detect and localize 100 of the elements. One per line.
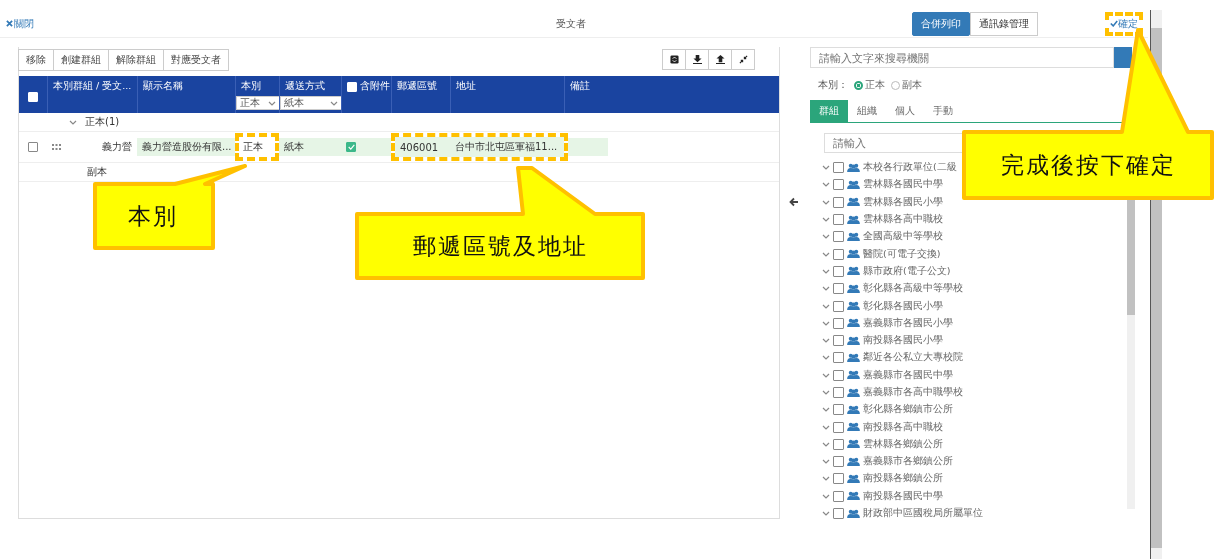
column-header[interactable]: 遞送方式 [285, 80, 325, 93]
chevron-icon[interactable] [822, 390, 830, 395]
tree-item[interactable]: 彰化縣各鄉鎮市公所 [863, 403, 953, 417]
drag-handle-icon[interactable] [52, 144, 61, 150]
tree-item[interactable]: 本校各行政單位(二級 [863, 161, 957, 175]
tree-checkbox[interactable] [833, 317, 844, 329]
search-field[interactable]: 請輸入文字來搜尋機關 [810, 47, 1114, 68]
tree-checkbox[interactable] [833, 473, 844, 485]
toolbar-button[interactable]: 對應受文者 [163, 48, 229, 71]
refresh-button[interactable] [662, 49, 686, 70]
chevron-icon[interactable] [822, 355, 830, 361]
tree-checkbox[interactable] [833, 196, 844, 208]
import-button[interactable] [685, 49, 709, 70]
tree-checkbox[interactable] [833, 300, 844, 312]
chevron-icon[interactable] [822, 217, 830, 223]
copy-type-select[interactable]: 正本 [236, 96, 280, 110]
toolbar-button[interactable]: 解除群組 [108, 48, 164, 71]
chevron-icon[interactable] [822, 459, 830, 465]
chevron-icon[interactable] [822, 165, 830, 171]
check-icon[interactable] [1110, 20, 1118, 27]
chevron-icon[interactable] [822, 338, 830, 344]
tab[interactable]: 手動 [924, 100, 962, 122]
chevron-icon[interactable] [69, 119, 77, 125]
tree-checkbox[interactable] [833, 265, 844, 277]
header-button[interactable]: 通訊錄管理 [970, 11, 1038, 36]
radio-icon[interactable] [854, 80, 863, 90]
chevron-icon[interactable] [822, 182, 830, 188]
tree-item[interactable]: 雲林縣各高中職校 [863, 213, 943, 227]
chevron-icon[interactable] [822, 407, 830, 413]
download-icon[interactable] [692, 55, 702, 64]
confirm-link[interactable]: 確定 [1110, 16, 1138, 31]
chevron-icon[interactable] [822, 199, 830, 205]
chevron-icon[interactable] [822, 372, 830, 378]
chevron-icon[interactable] [330, 100, 338, 106]
tree-checkbox[interactable] [833, 335, 844, 347]
chevron-icon[interactable] [822, 424, 830, 430]
chevron-icon[interactable] [822, 268, 830, 274]
chevron-icon[interactable] [822, 511, 830, 517]
chevron-icon[interactable] [822, 441, 830, 447]
tree-checkbox[interactable] [833, 508, 844, 520]
tree-checkbox[interactable] [833, 421, 844, 433]
tree-item[interactable]: 醫院(可電子交換) [863, 247, 941, 261]
close-label[interactable]: 關閉 [14, 16, 34, 31]
tree-checkbox[interactable] [833, 179, 844, 191]
table-row[interactable]: 義力營 義力營造股份有限... 正本 紙本 406001 台中市北屯區軍福11... [19, 132, 779, 163]
tree-item[interactable]: 全國高級中等學校 [863, 230, 943, 244]
confirm-label[interactable]: 確定 [1118, 16, 1138, 31]
tree-item[interactable]: 嘉義縣市各鄉鎮公所 [863, 455, 953, 469]
attachment-checkbox[interactable] [346, 142, 356, 152]
tree-checkbox[interactable] [833, 438, 844, 450]
tree-checkbox[interactable] [833, 231, 844, 243]
tree-checkbox[interactable] [833, 162, 844, 174]
chevron-icon[interactable] [822, 234, 830, 240]
column-header[interactable]: 郵遞區號 [397, 80, 437, 93]
toolbar-button[interactable]: 移除 [18, 48, 54, 71]
column-header[interactable]: 含附件 [360, 80, 390, 93]
column-header[interactable]: 本別群組 / 受文... [53, 80, 132, 93]
header-button[interactable]: 合併列印 [912, 11, 970, 36]
tree-checkbox[interactable] [833, 456, 844, 468]
radio-option[interactable]: 副本 [891, 78, 922, 92]
tree-checkbox[interactable] [833, 490, 844, 502]
column-header[interactable]: 備註 [570, 80, 590, 93]
select-all-checkbox[interactable] [28, 91, 38, 102]
tree-checkbox[interactable] [833, 214, 844, 226]
tree-item[interactable]: 南投縣各國民小學 [863, 334, 943, 348]
tree-item[interactable]: 嘉義縣市各國民中學 [863, 368, 953, 382]
tree-item[interactable]: 雲林縣各國民中學 [863, 178, 943, 192]
group-label[interactable]: 副本 [87, 165, 107, 179]
tree-item[interactable]: 雲林縣各鄉鎮公所 [863, 437, 943, 451]
tree-item[interactable]: 鄰近各公私立大專校院 [863, 351, 963, 365]
close-icon[interactable] [6, 20, 13, 27]
export-button[interactable] [708, 49, 732, 70]
chevron-icon[interactable] [822, 320, 830, 326]
column-header[interactable]: 本別 [241, 80, 261, 93]
toolbar-button[interactable]: 創建群組 [53, 48, 109, 71]
tab[interactable]: 個人 [886, 100, 924, 122]
tree-item[interactable]: 彰化縣各高級中等學校 [863, 282, 963, 296]
delivery-select[interactable]: 紙本 [280, 96, 342, 110]
tree-checkbox[interactable] [833, 283, 844, 295]
column-header[interactable]: 地址 [456, 80, 476, 93]
chevron-icon[interactable] [822, 286, 830, 292]
chevron-icon[interactable] [268, 100, 276, 106]
tree-checkbox[interactable] [833, 369, 844, 381]
chevron-icon[interactable] [822, 493, 830, 499]
chevron-icon[interactable] [822, 303, 830, 309]
tree-item[interactable]: 彰化縣各國民小學 [863, 299, 943, 313]
row-checkbox[interactable] [28, 142, 38, 152]
tree-item[interactable]: 雲林縣各國民小學 [863, 195, 943, 209]
upload-icon[interactable] [715, 55, 725, 64]
tree-checkbox[interactable] [833, 248, 844, 260]
chevron-icon[interactable] [822, 251, 830, 257]
group-label[interactable]: 正本(1) [85, 115, 120, 129]
tree-item[interactable]: 縣市政府(電子公文) [863, 264, 951, 278]
tree-item[interactable]: 南投縣各高中職校 [863, 420, 943, 434]
close-link[interactable]: 關閉 [6, 16, 34, 31]
chevron-icon[interactable] [822, 476, 830, 482]
tab[interactable]: 組織 [848, 100, 886, 122]
tree-item[interactable]: 南投縣各國民中學 [863, 489, 943, 503]
tree-checkbox[interactable] [833, 404, 844, 416]
tree-item[interactable]: 財政部中區國稅局所屬單位 [863, 507, 983, 521]
